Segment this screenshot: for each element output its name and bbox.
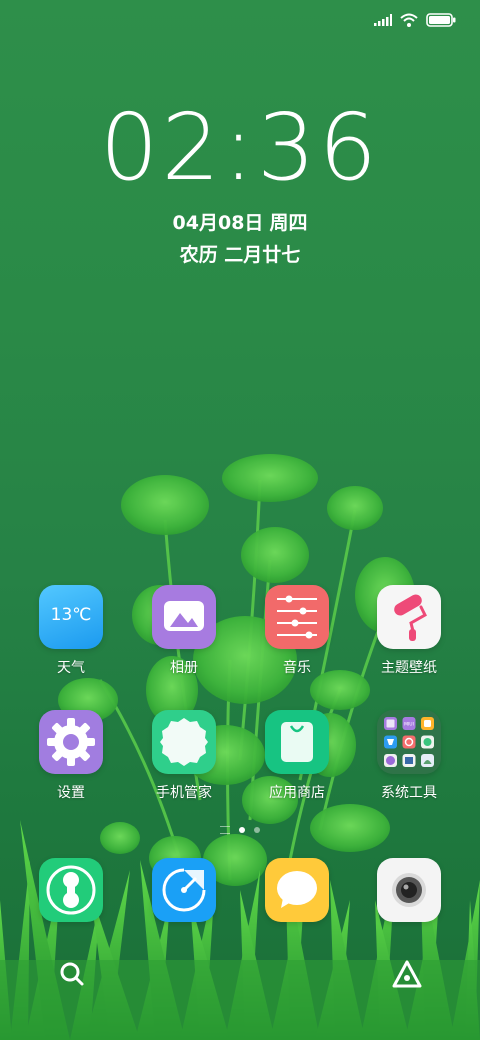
home-screen: 02:36 04月08日 周四 农历 二月廿七 13℃ 天气 相册 音乐 主题壁… (0, 0, 480, 1040)
app-weather[interactable]: 13℃ 天气 (16, 585, 126, 677)
app-label: 应用商店 (269, 785, 325, 801)
search-icon[interactable] (56, 958, 88, 990)
browser-icon (152, 858, 216, 922)
clock-time[interactable]: 02:36 (0, 102, 480, 194)
app-music[interactable]: 音乐 (242, 585, 352, 677)
camera-icon (377, 858, 441, 922)
dock-messages[interactable] (242, 858, 352, 922)
battery-icon (426, 13, 456, 27)
dock-phone[interactable] (16, 858, 126, 922)
app-settings[interactable]: 设置 (16, 710, 126, 802)
app-label: 主题壁纸 (381, 660, 437, 676)
dock-browser[interactable] (129, 858, 239, 922)
weather-icon: 13℃ (39, 585, 103, 649)
music-icon (265, 585, 329, 649)
page-dot (254, 827, 260, 833)
message-icon (265, 858, 329, 922)
app-store[interactable]: 应用商店 (242, 710, 352, 802)
weather-temp: 13℃ (50, 605, 92, 625)
phone-icon (39, 858, 103, 922)
app-label: 相册 (170, 660, 198, 676)
page-indicator[interactable] (0, 826, 480, 834)
app-label: 设置 (57, 785, 85, 801)
gallery-icon (152, 585, 216, 649)
date-line: 04月08日 周四 (0, 208, 480, 235)
app-label: 手机管家 (156, 785, 212, 801)
shopping-bag-icon (265, 710, 329, 774)
app-label: 系统工具 (381, 785, 437, 801)
security-icon (152, 710, 216, 774)
weekday-text: 周四 (269, 212, 308, 234)
page-indicator-menu (220, 826, 230, 834)
status-bar (374, 10, 456, 30)
wifi-icon (400, 13, 418, 27)
app-gallery[interactable]: 相册 (129, 585, 239, 677)
app-themes[interactable]: 主题壁纸 (354, 585, 464, 677)
date-text: 04月08日 (172, 212, 264, 234)
assistant-icon[interactable] (390, 958, 424, 990)
gear-icon (39, 710, 103, 774)
app-label: 音乐 (283, 660, 311, 676)
app-folder-system-tools[interactable]: MIUI 系统工具 (354, 710, 464, 802)
folder-item-miui: MIUI (404, 722, 414, 728)
app-label: 天气 (57, 660, 85, 676)
dock-camera[interactable] (354, 858, 464, 922)
signal-icon (374, 14, 392, 26)
app-security[interactable]: 手机管家 (129, 710, 239, 802)
theme-roller-icon (377, 585, 441, 649)
lunar-date: 农历 二月廿七 (179, 244, 301, 266)
page-dot-active (239, 827, 245, 833)
folder-icon: MIUI (377, 710, 441, 774)
